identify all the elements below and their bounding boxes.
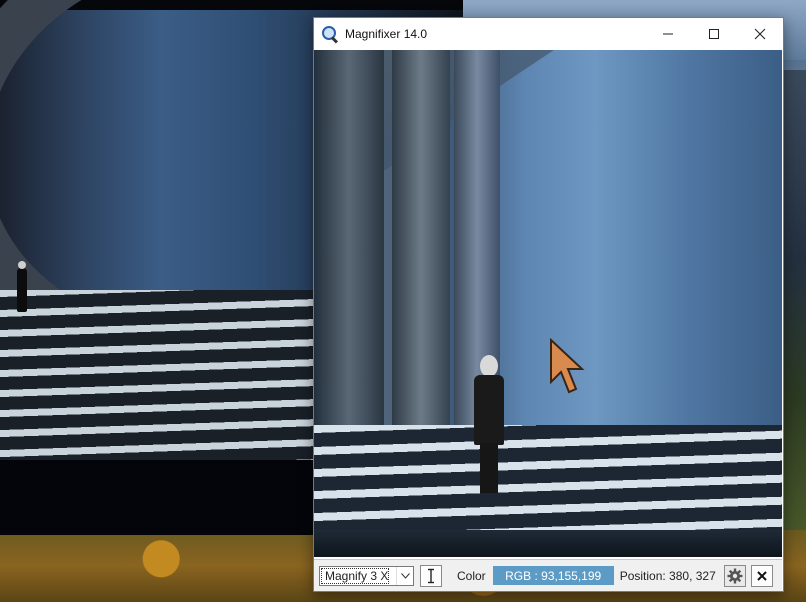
magnify-level-value: Magnify 3 X <box>321 567 390 584</box>
magnifier-icon <box>321 25 339 44</box>
close-button[interactable] <box>737 18 783 49</box>
close-icon <box>757 570 767 581</box>
magnifixer-window[interactable]: Magnifixer 14.0 Magnify 3 X Color RGB: … <box>313 17 784 592</box>
window-title: Magnifixer 14.0 <box>345 26 428 41</box>
walking-person <box>17 261 27 312</box>
magnified-floor-shadow <box>314 530 782 557</box>
exit-button[interactable] <box>750 564 773 587</box>
text-cursor-icon <box>428 568 434 583</box>
gear-icon <box>727 568 743 583</box>
maximize-icon <box>709 28 719 39</box>
magnified-view[interactable] <box>314 50 782 557</box>
settings-button[interactable] <box>723 564 746 587</box>
chevron-down-icon <box>396 566 413 585</box>
arrow-cursor-icon <box>550 338 585 394</box>
color-label: Color <box>457 568 486 583</box>
title-bar[interactable]: Magnifixer 14.0 <box>314 18 783 49</box>
rgb-value-display: RGB : 93,155,199 <box>492 566 614 585</box>
maximize-button[interactable] <box>691 18 737 49</box>
minimize-icon <box>663 33 673 34</box>
magnified-person <box>472 355 506 495</box>
minimize-button[interactable] <box>645 18 691 49</box>
position-readout: Position: 380, 327 <box>619 568 716 583</box>
close-icon <box>754 28 766 39</box>
magnify-level-select[interactable]: Magnify 3 X <box>319 565 414 586</box>
text-cursor-button[interactable] <box>420 564 442 587</box>
status-bar: Magnify 3 X Color RGB : 93,155,199 Posit… <box>314 559 782 591</box>
